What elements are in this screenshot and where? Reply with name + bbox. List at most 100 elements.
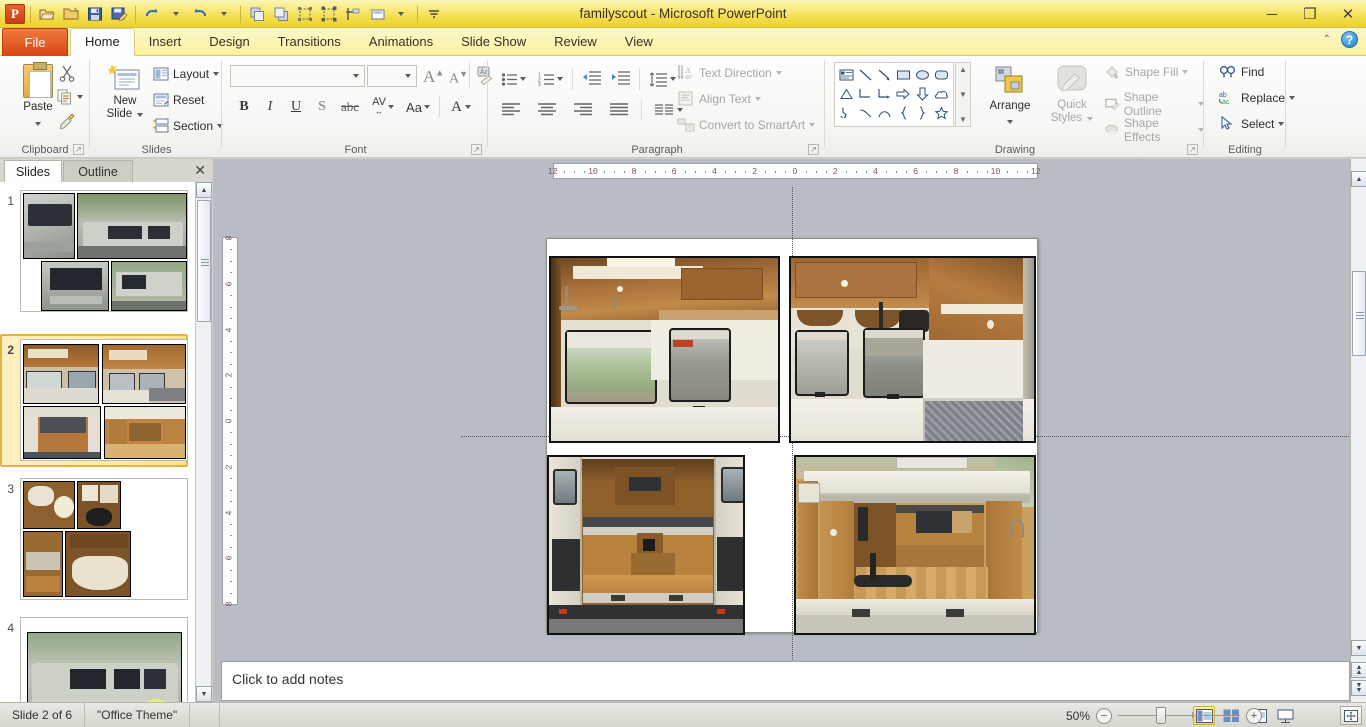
list-item[interactable]: 4 bbox=[0, 617, 188, 702]
tab-view[interactable]: View bbox=[611, 28, 667, 56]
list-item[interactable]: 1 bbox=[0, 190, 188, 312]
shape-cloud-icon[interactable] bbox=[932, 84, 951, 103]
layout-button[interactable]: Layout bbox=[153, 66, 220, 82]
bring-forward-icon[interactable] bbox=[246, 3, 268, 25]
slide-canvas[interactable] bbox=[461, 187, 1366, 686]
shape-star-icon[interactable] bbox=[932, 103, 951, 122]
align-icon[interactable] bbox=[342, 3, 364, 25]
close-button[interactable]: ✕ bbox=[1336, 2, 1360, 26]
vertical-ruler[interactable]: 8 6 4 2 0 2 4 6 8 bbox=[222, 236, 238, 606]
text-direction-button[interactable]: A Text Direction bbox=[677, 64, 782, 81]
underline-button[interactable]: U bbox=[283, 99, 309, 115]
interior-front-left-photo[interactable] bbox=[549, 256, 780, 443]
justify-button[interactable] bbox=[609, 102, 629, 119]
select-button[interactable]: Select bbox=[1219, 116, 1285, 132]
increase-indent-button[interactable] bbox=[611, 70, 630, 88]
minimize-button[interactable]: ─ bbox=[1260, 2, 1284, 26]
font-size-dropdown-icon[interactable] bbox=[405, 74, 411, 78]
zoom-slider-handle[interactable] bbox=[1156, 707, 1166, 724]
new-slide-icon[interactable] bbox=[366, 3, 388, 25]
next-slide-button[interactable]: ▼ ▼ bbox=[1351, 680, 1366, 696]
shrink-font-button[interactable]: A▼ bbox=[449, 69, 468, 88]
quick-styles-button[interactable]: Quick Styles bbox=[1043, 64, 1101, 125]
zoom-slider[interactable] bbox=[1118, 707, 1240, 724]
text-direction-dropdown-icon[interactable] bbox=[775, 70, 782, 75]
group-icon[interactable] bbox=[318, 3, 340, 25]
shape-triangle-icon[interactable] bbox=[837, 84, 856, 103]
font-size-combo[interactable] bbox=[367, 65, 417, 87]
customize-toolbar-icon[interactable] bbox=[423, 3, 445, 25]
tab-insert[interactable]: Insert bbox=[135, 28, 196, 56]
shapes-gallery-scroll[interactable]: ▲ ▼ ▼ bbox=[955, 62, 971, 127]
arrange-button[interactable]: Arrange bbox=[982, 64, 1038, 127]
restore-button[interactable]: ❐ bbox=[1298, 2, 1322, 26]
shapes-scroll-up-icon[interactable]: ▲ bbox=[959, 65, 967, 74]
empty-load-area-photo[interactable] bbox=[794, 455, 1036, 635]
undo-dropdown-icon[interactable] bbox=[165, 3, 187, 25]
powerpoint-logo-icon[interactable]: P bbox=[5, 4, 25, 24]
tab-home[interactable]: Home bbox=[70, 28, 135, 56]
shape-rounded-rectangle-icon[interactable] bbox=[932, 65, 951, 84]
shapes-scroll-down-icon[interactable]: ▼ bbox=[959, 90, 967, 99]
grow-font-button[interactable]: A▲ bbox=[423, 67, 444, 87]
replace-dropdown-icon[interactable] bbox=[1289, 96, 1296, 100]
shape-text-box-icon[interactable] bbox=[837, 65, 856, 84]
tab-transitions[interactable]: Transitions bbox=[264, 28, 355, 56]
copy-button[interactable] bbox=[56, 88, 83, 106]
align-text-dropdown-icon[interactable] bbox=[754, 96, 761, 101]
shape-arc-icon[interactable] bbox=[875, 103, 894, 122]
slide-thumbnail-4[interactable] bbox=[20, 617, 188, 702]
align-right-button[interactable] bbox=[573, 102, 593, 119]
find-button[interactable]: Find bbox=[1219, 64, 1264, 80]
fit-slide-to-window-button[interactable] bbox=[1340, 706, 1362, 725]
collapse-ribbon-icon[interactable]: ⌃ bbox=[1323, 34, 1331, 45]
tab-review[interactable]: Review bbox=[540, 28, 611, 56]
shape-right-arrow-icon[interactable] bbox=[894, 84, 913, 103]
scroll-up-icon[interactable]: ▲ bbox=[196, 182, 212, 198]
font-dialog-launcher[interactable]: ↗ bbox=[471, 144, 482, 155]
editor-vertical-scrollbar[interactable]: ▲ ▼ ▲ ▲ ▼ ▼ bbox=[1350, 159, 1366, 702]
undo-icon[interactable] bbox=[141, 3, 163, 25]
align-center-button[interactable] bbox=[537, 102, 557, 119]
shape-right-brace-icon[interactable] bbox=[913, 103, 932, 122]
replace-button[interactable]: ab ac Replace bbox=[1219, 90, 1296, 106]
shape-elbow-arrow-connector-icon[interactable] bbox=[875, 84, 894, 103]
notes-pane[interactable]: Click to add notes bbox=[221, 661, 1350, 701]
numbering-button[interactable]: 123 bbox=[538, 72, 563, 87]
paragraph-dialog-launcher[interactable]: ↗ bbox=[808, 144, 819, 155]
tab-slides[interactable]: Slides bbox=[4, 160, 62, 182]
character-spacing-button[interactable]: AV ↔ bbox=[365, 97, 401, 116]
line-spacing-button[interactable] bbox=[649, 71, 676, 87]
shape-outline-button[interactable]: Shape Outline bbox=[1104, 90, 1204, 118]
open-icon[interactable] bbox=[36, 3, 58, 25]
tab-file[interactable]: File bbox=[2, 28, 68, 56]
convert-to-smartart-dropdown-icon[interactable] bbox=[809, 122, 816, 127]
scroll-up-icon[interactable]: ▲ bbox=[1351, 171, 1366, 187]
bold-button[interactable]: B bbox=[231, 99, 257, 115]
convert-to-smartart-button[interactable]: Convert to SmartArt bbox=[677, 116, 816, 133]
open-folder-icon[interactable] bbox=[60, 3, 82, 25]
shape-rectangle-icon[interactable] bbox=[894, 65, 913, 84]
shape-oval-icon[interactable] bbox=[913, 65, 932, 84]
shape-left-brace-icon[interactable] bbox=[894, 103, 913, 122]
paste-dropdown-icon[interactable] bbox=[35, 122, 41, 126]
cut-button[interactable] bbox=[58, 64, 76, 85]
slide-thumbnail-1[interactable] bbox=[20, 190, 188, 312]
select-dropdown-icon[interactable] bbox=[1278, 122, 1285, 126]
new-slide-dropdown-icon[interactable] bbox=[390, 3, 412, 25]
quick-styles-dropdown-icon[interactable] bbox=[1087, 117, 1094, 121]
scroll-down-icon[interactable]: ▼ bbox=[1351, 640, 1366, 656]
columns-dropdown-icon[interactable] bbox=[677, 108, 683, 112]
layout-dropdown-icon[interactable] bbox=[213, 72, 220, 76]
redo-dropdown-icon[interactable] bbox=[213, 3, 235, 25]
drawing-dialog-launcher[interactable]: ↗ bbox=[1187, 144, 1198, 155]
slide-thumbnail-3[interactable] bbox=[20, 478, 188, 600]
interior-front-right-photo[interactable] bbox=[789, 256, 1036, 443]
slide-show-button[interactable] bbox=[1274, 706, 1296, 725]
previous-slide-button[interactable]: ▲ ▲ bbox=[1351, 662, 1366, 678]
tab-design[interactable]: Design bbox=[195, 28, 263, 56]
reset-button[interactable]: Reset bbox=[153, 92, 204, 108]
bullets-button[interactable] bbox=[501, 72, 526, 87]
new-slide-dropdown-icon[interactable] bbox=[137, 113, 144, 117]
help-icon[interactable]: ? bbox=[1341, 31, 1358, 48]
